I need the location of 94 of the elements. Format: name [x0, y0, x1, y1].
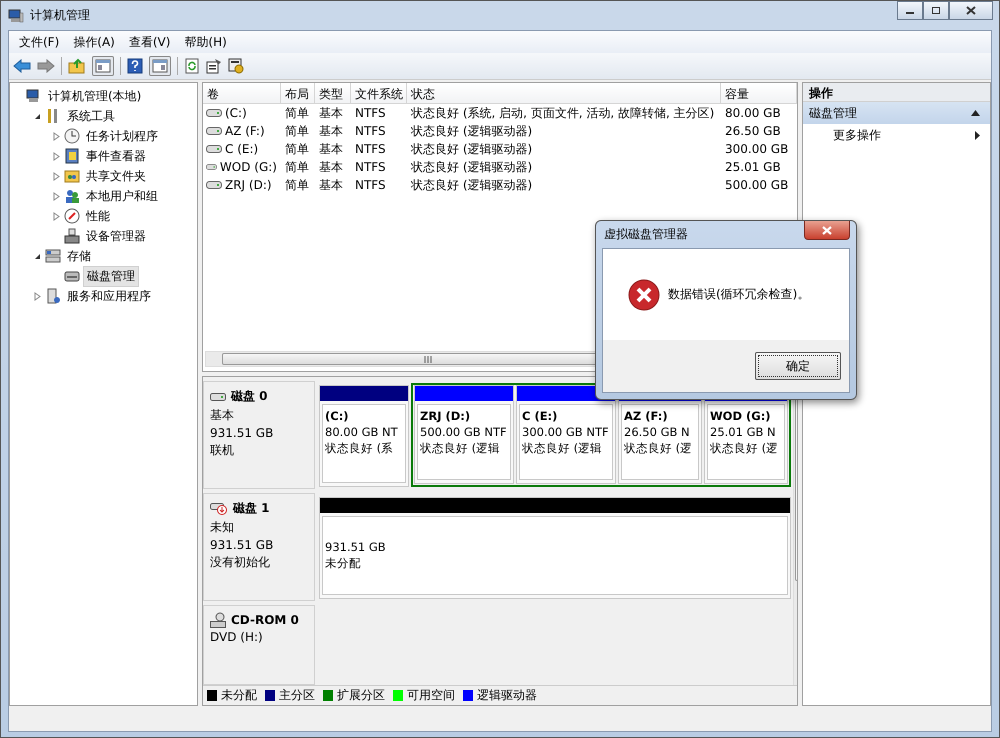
- table-cell-text: 25.01 GB: [724, 160, 782, 174]
- partition-status: 状态良好 (逻: [710, 441, 780, 456]
- partition-status: 未分配: [325, 556, 362, 571]
- partition[interactable]: 931.51 GB 未分配: [319, 497, 791, 599]
- tree-item[interactable]: 事件查看器: [83, 146, 149, 166]
- tree-item[interactable]: 存储: [64, 246, 94, 266]
- table-cell-text: 状态良好 (系统, 启动, 页面文件, 活动, 故障转储, 主分区): [410, 104, 716, 122]
- disk-detail: 931.51 GB: [210, 538, 274, 552]
- legend-label: 扩展分区: [337, 687, 385, 704]
- tree-item[interactable]: 本地用户和组: [83, 186, 161, 206]
- table-cell-text: 500.00 GB: [724, 178, 790, 192]
- partition-size: 80.00 GB NT: [325, 425, 399, 439]
- action-item[interactable]: 更多操作: [803, 124, 990, 146]
- partition-size: 25.01 GB N: [710, 425, 777, 439]
- column-header[interactable]: 布局: [281, 83, 315, 103]
- table-cell-text: 状态良好 (逻辑驱动器): [410, 158, 534, 176]
- table-cell-text: 基本: [318, 176, 344, 194]
- actions-section-header[interactable]: 磁盘管理: [803, 102, 990, 124]
- partition-size: 931.51 GB: [325, 540, 387, 554]
- column-header[interactable]: 文件系统: [351, 83, 407, 103]
- table-cell-text: NTFS: [354, 124, 387, 138]
- table-cell-text: NTFS: [354, 160, 387, 174]
- table-cell-text: 26.50 GB: [724, 124, 782, 138]
- volume-name: (C:): [225, 106, 247, 120]
- error-message: 数据错误(循环冗余检查)。: [668, 286, 810, 303]
- table-cell-text: 基本: [318, 122, 344, 140]
- partition-name: WOD (G:): [710, 409, 772, 423]
- partition-name: AZ (F:): [624, 409, 669, 423]
- partition-status: 状态良好 (逻辑: [420, 441, 502, 456]
- table-cell-text: 简单: [284, 104, 310, 122]
- table-cell-text: NTFS: [354, 106, 387, 120]
- partition-size: 300.00 GB NTF: [522, 425, 610, 439]
- menu-item[interactable]: 操作(A): [73, 34, 115, 50]
- table-cell-text: NTFS: [354, 178, 387, 192]
- volume-name: AZ (F:): [225, 124, 265, 138]
- tree-item[interactable]: 计算机管理(本地): [45, 86, 144, 106]
- table-cell-text: 基本: [318, 104, 344, 122]
- legend-label: 逻辑驱动器: [477, 687, 537, 704]
- disk-name: 磁盘 1: [233, 500, 270, 517]
- column-header[interactable]: 容量: [721, 83, 797, 103]
- table-cell-text: 基本: [318, 140, 344, 158]
- tree-item[interactable]: 设备管理器: [83, 226, 149, 246]
- tree-item[interactable]: 共享文件夹: [83, 166, 149, 186]
- column-header[interactable]: 类型: [315, 83, 351, 103]
- ok-button[interactable]: 确定: [755, 352, 841, 380]
- table-cell-text: 状态良好 (逻辑驱动器): [410, 122, 534, 140]
- partition-status: 状态良好 (逻辑: [522, 441, 604, 456]
- partition-status: 状态良好 (系: [325, 441, 394, 456]
- column-header[interactable]: 状态: [407, 83, 721, 103]
- partition-name: ZRJ (D:): [420, 409, 472, 423]
- partition-name: C (E:): [522, 409, 558, 423]
- menu-item[interactable]: 查看(V): [128, 34, 170, 50]
- disk-name: 磁盘 0: [231, 388, 268, 405]
- volume-name: ZRJ (D:): [225, 178, 272, 192]
- disk-detail: 基本: [210, 407, 235, 424]
- partition-status: 状态良好 (逻: [624, 441, 694, 456]
- partition-size: 500.00 GB NTF: [420, 425, 508, 439]
- tree-item[interactable]: 磁盘管理: [83, 266, 139, 286]
- dialog-title: 虚拟磁盘管理器: [604, 226, 688, 243]
- legend-label: 可用空间: [407, 687, 455, 704]
- disk-detail: 没有初始化: [210, 554, 271, 571]
- disk-name: CD-ROM 0: [231, 613, 299, 627]
- partition[interactable]: ZRJ (D:) 500.00 GB NTF 状态良好 (逻辑: [414, 385, 514, 484]
- table-cell-text: 状态良好 (逻辑驱动器): [410, 140, 534, 158]
- legend-label: 主分区: [279, 687, 315, 704]
- table-cell-text: 简单: [284, 176, 310, 194]
- menu-item[interactable]: 文件(F): [19, 34, 60, 50]
- partition[interactable]: C (E:) 300.00 GB NTF 状态良好 (逻辑: [516, 385, 616, 484]
- table-cell-text: 简单: [284, 140, 310, 158]
- partition-size: 26.50 GB N: [624, 425, 691, 439]
- legend-label: 未分配: [221, 687, 257, 704]
- partition[interactable]: (C:) 80.00 GB NT 状态良好 (系: [319, 385, 409, 487]
- volume-name: C (E:): [225, 142, 258, 156]
- window-title: 计算机管理: [30, 7, 90, 24]
- tree-item[interactable]: 系统工具: [64, 106, 118, 126]
- table-cell-text: 80.00 GB: [724, 106, 782, 120]
- table-cell-text: 状态良好 (逻辑驱动器): [410, 176, 534, 194]
- table-cell-text: 基本: [318, 158, 344, 176]
- menu-item[interactable]: 帮助(H): [184, 34, 227, 50]
- disk-detail: DVD (H:): [210, 630, 264, 644]
- table-cell-text: NTFS: [354, 142, 387, 156]
- actions-header: 操作: [803, 83, 990, 102]
- table-cell-text: 简单: [284, 158, 310, 176]
- tree-item[interactable]: 服务和应用程序: [64, 286, 154, 306]
- disk-detail: 未知: [210, 519, 235, 536]
- disk-detail: 联机: [210, 442, 235, 459]
- tree-item[interactable]: 任务计划程序: [83, 126, 161, 146]
- table-cell-text: 简单: [284, 122, 310, 140]
- table-cell-text: 300.00 GB: [724, 142, 790, 156]
- partition-name: (C:): [325, 409, 350, 423]
- tree-item[interactable]: 性能: [83, 206, 113, 226]
- disk-detail: 931.51 GB: [210, 426, 274, 440]
- volume-name: WOD (G:): [220, 160, 277, 174]
- column-header[interactable]: 卷: [203, 83, 281, 103]
